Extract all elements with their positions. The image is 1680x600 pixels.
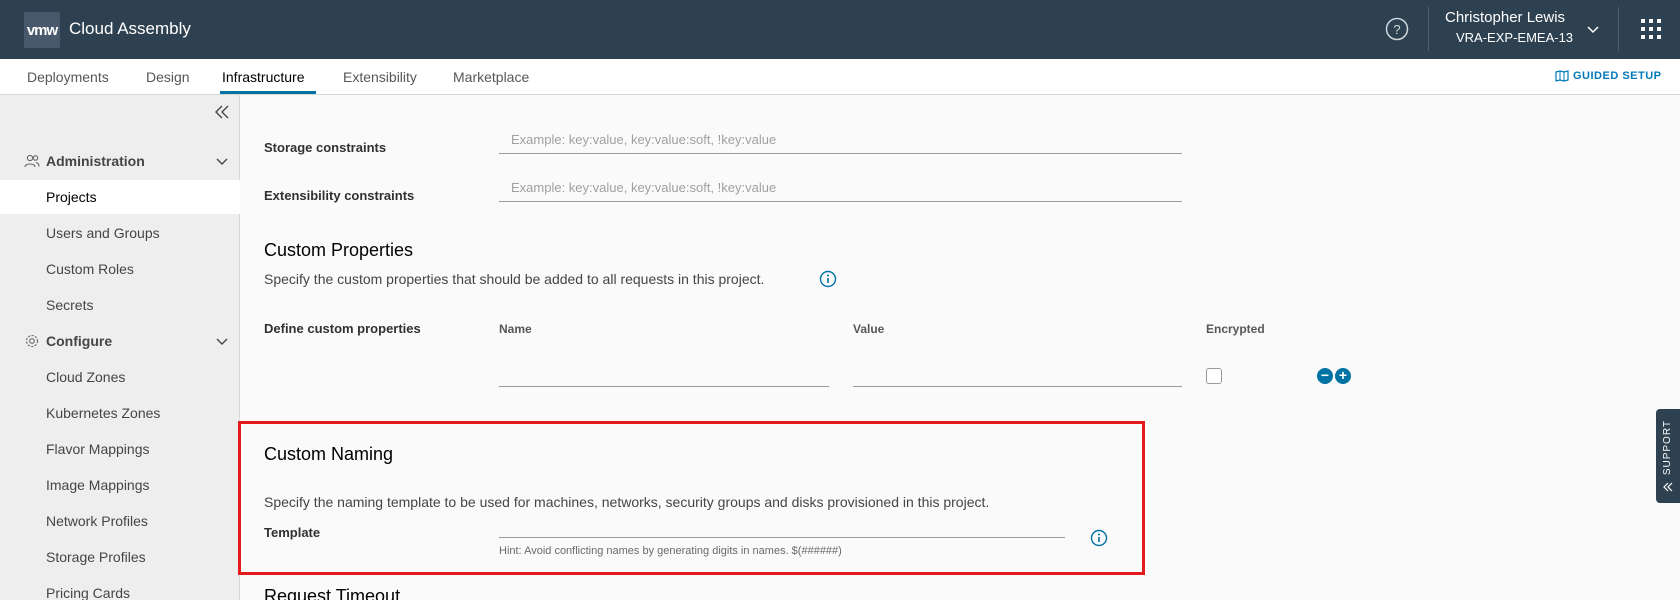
vmw-logo: vmw	[24, 12, 60, 48]
custom-naming-title: Custom Naming	[264, 444, 394, 464]
users-icon	[24, 154, 40, 168]
sidebar-group-label: Configure	[46, 333, 113, 349]
add-property-button[interactable]: +	[1335, 368, 1351, 384]
sidebar-item-secrets[interactable]: Secrets	[0, 288, 240, 322]
chevron-down-icon[interactable]	[1585, 21, 1601, 37]
info-icon[interactable]	[1090, 529, 1108, 547]
sidebar-item-network-profiles[interactable]: Network Profiles	[0, 504, 240, 538]
extensibility-constraints-label: Extensibility constraints	[264, 188, 415, 203]
sidebar-group-label: Administration	[46, 153, 145, 169]
map-icon	[1555, 70, 1569, 82]
top-header: vmw Cloud Assembly ? Christopher Lewis V…	[0, 0, 1680, 59]
chevron-down-icon[interactable]	[214, 334, 230, 350]
name-column-header: Name	[499, 322, 532, 336]
sidebar-item-kubernetes-zones[interactable]: Kubernetes Zones	[0, 396, 240, 430]
header-divider	[1428, 7, 1429, 51]
sidebar-item-pricing-cards[interactable]: Pricing Cards	[0, 576, 240, 600]
user-org[interactable]: VRA-EXP-EMEA-13	[1456, 30, 1573, 45]
user-name[interactable]: Christopher Lewis	[1445, 9, 1565, 26]
tab-marketplace[interactable]: Marketplace	[453, 69, 529, 85]
custom-naming-description: Specify the naming template to be used f…	[264, 494, 990, 510]
tab-extensibility[interactable]: Extensibility	[343, 69, 417, 85]
sidebar-item-flavor-mappings[interactable]: Flavor Mappings	[0, 432, 240, 466]
extensibility-constraints-input[interactable]: Example: key:value, key:value:soft, !key…	[499, 178, 1182, 202]
app-grid-icon[interactable]	[1641, 19, 1661, 39]
template-input[interactable]	[499, 514, 1065, 538]
request-timeout-title: Request Timeout	[264, 586, 401, 600]
header-divider	[1618, 7, 1619, 51]
app-title[interactable]: Cloud Assembly	[69, 19, 191, 39]
sidebar-item-storage-profiles[interactable]: Storage Profiles	[0, 540, 240, 574]
tab-deployments[interactable]: Deployments	[27, 69, 109, 85]
sidebar-group-administration[interactable]: Administration	[24, 153, 145, 169]
guided-setup-link[interactable]: GUIDED SETUP	[1555, 70, 1662, 82]
sidebar-group-configure[interactable]: Configure	[24, 333, 112, 349]
sidebar: Administration Projects Users and Groups…	[0, 95, 240, 600]
sidebar-item-cloud-zones[interactable]: Cloud Zones	[0, 360, 240, 394]
guided-setup-label: GUIDED SETUP	[1573, 70, 1662, 82]
tab-design[interactable]: Design	[146, 69, 190, 85]
encrypted-column-header: Encrypted	[1206, 322, 1265, 336]
template-hint: Hint: Avoid conflicting names by generat…	[499, 545, 842, 557]
sidebar-item-users-and-groups[interactable]: Users and Groups	[0, 216, 240, 250]
tab-infrastructure[interactable]: Infrastructure	[222, 69, 304, 85]
storage-constraints-input[interactable]: Example: key:value, key:value:soft, !key…	[499, 130, 1182, 154]
info-icon[interactable]	[819, 270, 837, 288]
svg-text:?: ?	[1393, 22, 1400, 37]
custom-properties-description: Specify the custom properties that shoul…	[264, 271, 765, 287]
sidebar-item-projects[interactable]: Projects	[0, 180, 240, 214]
value-column-header: Value	[853, 322, 885, 336]
double-chevron-left-icon[interactable]	[213, 103, 231, 121]
encrypted-checkbox[interactable]	[1206, 368, 1222, 384]
storage-constraints-label: Storage constraints	[264, 140, 387, 155]
active-tab-indicator	[220, 91, 316, 94]
sidebar-item-image-mappings[interactable]: Image Mappings	[0, 468, 240, 502]
double-chevron-left-icon	[1663, 482, 1673, 492]
main-tabs: Deployments Design Infrastructure Extens…	[0, 59, 1680, 95]
template-label: Template	[264, 525, 321, 540]
support-label[interactable]: SUPPORT	[1662, 420, 1673, 475]
remove-property-button[interactable]: −	[1317, 368, 1333, 384]
chevron-down-icon[interactable]	[214, 154, 230, 170]
property-value-input[interactable]	[853, 363, 1182, 387]
custom-properties-title: Custom Properties	[264, 240, 414, 260]
help-icon[interactable]: ?	[1385, 17, 1409, 41]
property-name-input[interactable]	[499, 363, 829, 387]
define-custom-properties-label: Define custom properties	[264, 321, 421, 336]
gear-icon	[25, 334, 39, 348]
sidebar-item-custom-roles[interactable]: Custom Roles	[0, 252, 240, 286]
